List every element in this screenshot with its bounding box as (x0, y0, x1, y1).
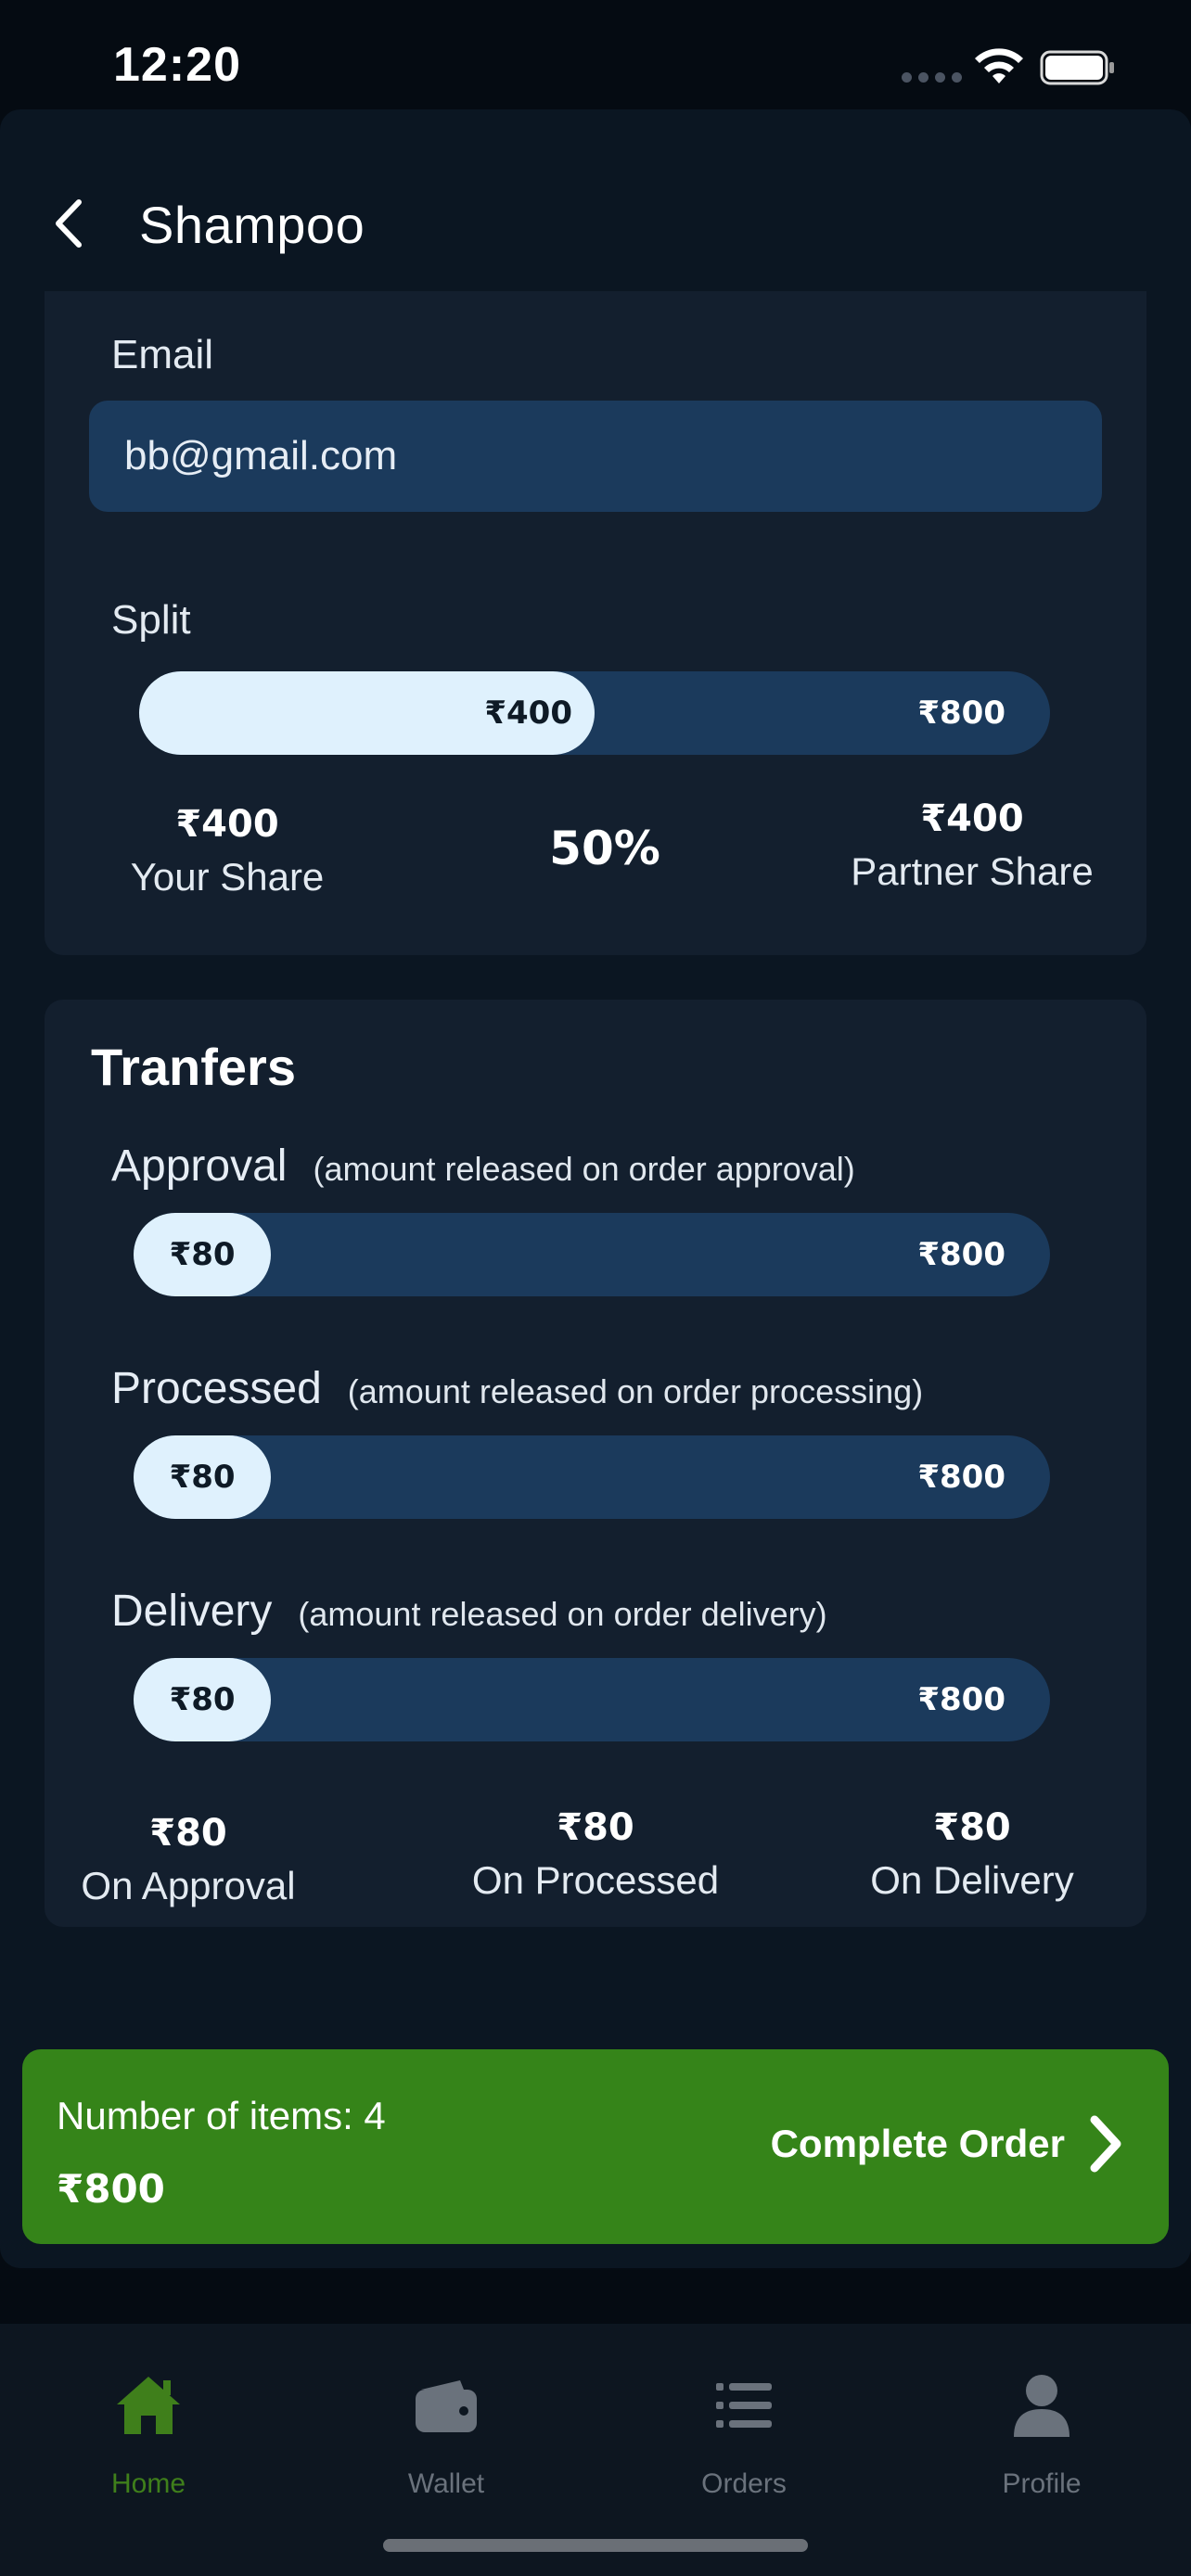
tab-home-label: Home (110, 2468, 186, 2499)
tab-orders[interactable]: Orders (651, 2368, 837, 2500)
nav-header: Shampoo (0, 109, 1191, 291)
wallet-icon (416, 2380, 477, 2432)
chevron-left-icon (56, 199, 82, 248)
approval-slider-max: ₹800 (917, 1236, 1005, 1273)
approval-name: Approval (111, 1141, 288, 1191)
status-bar: 12:20 (0, 0, 1191, 111)
complete-order-label: Complete Order (770, 2122, 1065, 2165)
delivery-label: Delivery (amount released on order deliv… (111, 1586, 827, 1637)
partner-share-amount: ₹400 (920, 797, 1024, 840)
page-title: Shampoo (139, 196, 365, 254)
order-sheet: Shampoo Email Split ₹400 ₹800 ₹400 Your … (0, 109, 1191, 2268)
processed-slider[interactable]: ₹80 ₹800 (134, 1435, 1050, 1519)
your-share-label: Your Share (130, 855, 325, 899)
tab-wallet-label: Wallet (407, 2468, 485, 2499)
order-summary-bar[interactable]: Number of items: 4 ₹800 Complete Order (22, 2049, 1169, 2244)
on-approval-label: On Approval (81, 1864, 296, 1907)
approval-slider-value: ₹80 (169, 1236, 236, 1273)
on-approval-amount: ₹80 (149, 1812, 227, 1855)
delivery-slider[interactable]: ₹80 ₹800 (134, 1658, 1050, 1741)
processed-name: Processed (111, 1364, 322, 1413)
tab-home[interactable]: Home (56, 2368, 241, 2500)
on-delivery-summary: ₹80 On Delivery (842, 1806, 1102, 1903)
split-card: Email Split ₹400 ₹800 ₹400 Your Share 50… (45, 291, 1146, 955)
split-slider-max: ₹800 (917, 695, 1005, 732)
email-label: Email (111, 332, 214, 377)
delivery-name: Delivery (111, 1587, 273, 1636)
your-share: ₹400 Your Share (111, 803, 343, 899)
tab-profile-label: Profile (1002, 2468, 1082, 2499)
order-total: ₹800 (57, 2166, 165, 2212)
tab-orders-label: Orders (701, 2468, 787, 2499)
processed-hint: (amount released on order processing) (347, 1372, 924, 1410)
delivery-slider-thumb[interactable]: ₹80 (134, 1658, 272, 1741)
on-approval-summary: ₹80 On Approval (72, 1812, 304, 1908)
transfers-card: Tranfers Approval (amount released on or… (45, 1000, 1146, 1927)
on-processed-label: On Processed (471, 1858, 720, 1902)
chevron-right-icon (1090, 2115, 1121, 2173)
on-delivery-amount: ₹80 (933, 1806, 1011, 1849)
processed-label: Processed (amount released on order proc… (111, 1363, 923, 1414)
partner-share-label: Partner Share (851, 849, 1094, 893)
delivery-slider-value: ₹80 (169, 1681, 236, 1718)
processed-slider-thumb[interactable]: ₹80 (134, 1435, 272, 1519)
home-icon (117, 2377, 180, 2434)
partner-share: ₹400 Partner Share (842, 797, 1102, 894)
wifi-icon (975, 48, 1023, 83)
list-icon (716, 2383, 772, 2428)
approval-slider-thumb[interactable]: ₹80 (134, 1213, 272, 1296)
delivery-slider-max: ₹800 (917, 1681, 1005, 1718)
home-indicator (383, 2539, 808, 2552)
processed-slider-value: ₹80 (169, 1459, 236, 1496)
delivery-hint: (amount released on order delivery) (298, 1595, 827, 1633)
on-delivery-label: On Delivery (870, 1858, 1074, 1902)
processed-slider-max: ₹800 (917, 1459, 1005, 1496)
on-processed-amount: ₹80 (557, 1806, 634, 1849)
approval-hint: (amount released on order approval) (313, 1150, 855, 1188)
complete-order-button[interactable]: Complete Order (771, 2114, 1124, 2174)
items-count: Number of items: 4 (57, 2094, 386, 2137)
on-processed-summary: ₹80 On Processed (447, 1806, 744, 1903)
tab-wallet[interactable]: Wallet (353, 2368, 539, 2500)
transfers-title: Tranfers (91, 1038, 296, 1096)
approval-slider[interactable]: ₹80 ₹800 (134, 1213, 1050, 1296)
status-time: 12:20 (113, 38, 241, 92)
split-percent: 50% (549, 822, 660, 875)
back-button[interactable] (45, 198, 95, 249)
signal-icon (902, 72, 962, 83)
split-slider-value: ₹400 (484, 695, 572, 732)
split-slider-thumb[interactable]: ₹400 (139, 671, 595, 755)
email-field[interactable] (89, 401, 1102, 512)
battery-icon (1040, 50, 1114, 85)
split-slider[interactable]: ₹400 ₹800 (139, 671, 1050, 755)
split-label: Split (111, 597, 191, 643)
user-icon (1014, 2375, 1069, 2437)
your-share-amount: ₹400 (175, 803, 279, 846)
approval-label: Approval (amount released on order appro… (111, 1141, 855, 1192)
tab-profile[interactable]: Profile (949, 2368, 1134, 2500)
